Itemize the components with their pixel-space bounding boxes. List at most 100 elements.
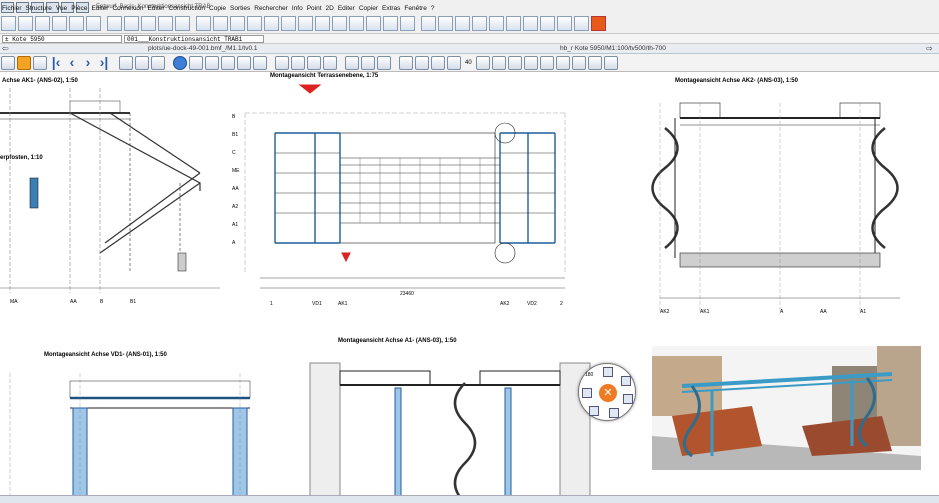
right-arrow-icon[interactable]: ⇨ [926, 44, 933, 53]
drawing-icon[interactable] [421, 16, 436, 31]
section-icon[interactable] [332, 16, 347, 31]
zoom-in-icon[interactable] [345, 55, 359, 70]
layout-icon[interactable] [307, 55, 321, 70]
view-3d-icon[interactable] [315, 16, 330, 31]
undo-icon[interactable] [107, 16, 122, 31]
plot-preview-icon[interactable] [237, 55, 251, 70]
menu-structure[interactable]: Structure [24, 3, 54, 14]
menu-connexion[interactable]: Connexion [110, 3, 145, 14]
clash-check-icon[interactable] [540, 16, 555, 31]
properties-icon[interactable] [175, 16, 190, 31]
open-document-icon[interactable] [18, 16, 33, 31]
wheel-center-tool-icon[interactable]: ✕ [599, 384, 617, 402]
menu-vue[interactable]: Vue [54, 3, 69, 14]
weld-symbol-icon[interactable] [555, 55, 570, 70]
menu-point[interactable]: Point [305, 3, 324, 14]
save-as-icon[interactable] [52, 16, 67, 31]
radial-tool-menu[interactable]: 180 ✕ [578, 363, 636, 421]
settings-icon[interactable] [230, 16, 245, 31]
dxf-icon[interactable] [489, 16, 504, 31]
lock-icon[interactable] [1, 55, 15, 70]
hatch-icon[interactable] [539, 55, 554, 70]
mirror-icon[interactable] [431, 55, 445, 70]
partlist-icon[interactable] [455, 16, 470, 31]
menu-extras[interactable]: Extras [380, 3, 402, 14]
refresh-icon[interactable] [253, 55, 267, 70]
menu-sorties[interactable]: Sorties [228, 3, 252, 14]
plate-icon[interactable] [366, 16, 381, 31]
drawing-canvas[interactable]: Achse AK1- (ANS-02), 1:50 erpfosten, 1:1… [0, 73, 939, 503]
globe-icon[interactable] [196, 16, 211, 31]
next-page-icon[interactable]: › [81, 55, 95, 70]
snap-icon[interactable] [281, 16, 296, 31]
plot-icon[interactable] [221, 55, 235, 70]
menu-info[interactable]: Info [290, 3, 305, 14]
menu-2d[interactable]: 2D [324, 3, 336, 14]
layers-icon[interactable] [213, 16, 228, 31]
info-icon[interactable] [173, 55, 187, 70]
flip-icon[interactable] [447, 55, 461, 70]
wheel-measure-icon[interactable] [603, 367, 613, 377]
menu-editer-3[interactable]: Editer [336, 3, 357, 14]
menu-copie[interactable]: Copie [207, 3, 228, 14]
zoom-out-icon[interactable] [361, 55, 375, 70]
menu-editer-2[interactable]: Editer [146, 3, 167, 14]
text-style-icon[interactable] [33, 55, 47, 70]
redo-icon[interactable] [124, 16, 139, 31]
left-document-path[interactable]: plots/ue-dock-49-001.bmf_/M1.1/tv0.1 [148, 45, 257, 52]
export-sheet-icon[interactable] [151, 55, 165, 70]
view-manager-icon[interactable] [275, 55, 289, 70]
last-page-icon[interactable]: ›| [97, 55, 111, 70]
wheel-copy-icon[interactable] [623, 394, 633, 404]
rotate-left-icon[interactable] [399, 55, 413, 70]
drawing-list-icon[interactable] [438, 16, 453, 31]
pan-icon[interactable] [377, 55, 391, 70]
view-select[interactable]: 001___Konstruktionsansicht TRAB1 [124, 34, 264, 43]
label-icon[interactable] [507, 55, 522, 70]
level-select[interactable]: ± Kote 5950 [2, 34, 122, 43]
text-icon[interactable] [523, 55, 538, 70]
users-icon[interactable] [135, 55, 149, 70]
sheet-icon[interactable] [119, 55, 133, 70]
right-document-path[interactable]: hb_r Kote 5950/M1:100/tv500/th-700 [560, 45, 666, 52]
weld-icon[interactable] [400, 16, 415, 31]
print-document-icon[interactable] [69, 16, 84, 31]
export-ifc-icon[interactable] [557, 16, 572, 31]
wheel-move-icon[interactable] [621, 376, 631, 386]
model-check-icon[interactable] [523, 16, 538, 31]
sheet-props-icon[interactable] [189, 55, 203, 70]
level-mark-icon[interactable] [587, 55, 602, 70]
menu-fichier[interactable]: Fichier [0, 3, 24, 14]
detail-icon[interactable] [291, 55, 305, 70]
wheel-bridge-icon[interactable] [582, 388, 592, 398]
attributes-icon[interactable] [247, 16, 262, 31]
report-icon[interactable] [506, 16, 521, 31]
menu-help[interactable]: ? [429, 3, 437, 14]
copy-icon[interactable] [141, 16, 156, 31]
numbering-icon[interactable] [574, 16, 589, 31]
grid-icon[interactable] [264, 16, 279, 31]
sheet-save-icon[interactable] [205, 55, 219, 70]
first-page-icon[interactable]: |‹ [49, 55, 63, 70]
menu-copier[interactable]: Copier [357, 3, 380, 14]
left-arrow-icon[interactable]: ⇦ [2, 44, 9, 53]
menu-piece[interactable]: Pièce [69, 3, 89, 14]
rotate-right-icon[interactable] [415, 55, 429, 70]
cube-icon[interactable] [298, 16, 313, 31]
menu-editer[interactable]: Editer [89, 3, 110, 14]
menu-construction[interactable]: Construction [167, 3, 208, 14]
id-badge-icon[interactable] [591, 16, 606, 31]
nc-data-icon[interactable] [472, 16, 487, 31]
wheel-delete-icon[interactable] [609, 408, 619, 418]
menu-fenetre[interactable]: Fenêtre [402, 3, 428, 14]
bulb-icon[interactable] [17, 55, 31, 70]
colors-icon[interactable] [323, 55, 337, 70]
save-document-icon[interactable] [35, 16, 50, 31]
prev-page-icon[interactable]: ‹ [65, 55, 79, 70]
paste-icon[interactable] [158, 16, 173, 31]
wheel-star-icon[interactable] [589, 406, 599, 416]
dimension-icon[interactable] [475, 55, 490, 70]
move-icon[interactable] [603, 55, 618, 70]
beam-icon[interactable] [349, 16, 364, 31]
export-icon[interactable] [86, 16, 101, 31]
